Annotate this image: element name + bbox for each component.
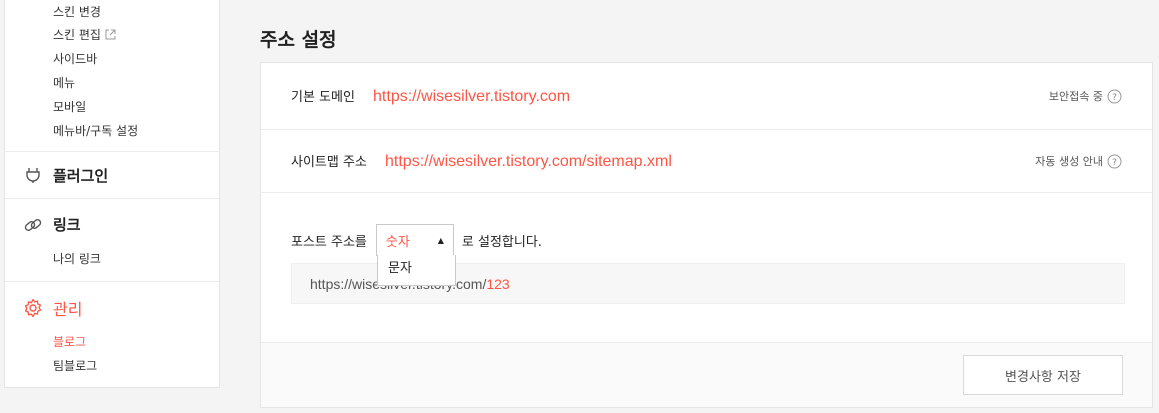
sitemap-row: 사이트맵 주소 https://wisesilver.tistory.com/s…: [261, 130, 1152, 193]
sidebar-item-plugin[interactable]: 플러그인: [5, 152, 219, 198]
link-icon: [23, 215, 43, 235]
panel-footer: 변경사항 저장: [261, 343, 1152, 407]
sitemap-auto-guide[interactable]: 자동 생성 안내 ?: [1035, 153, 1122, 169]
domain-info: 기본 도메인 https://wisesilver.tistory.com: [291, 86, 570, 106]
sidebar-item-sidebar[interactable]: 사이드바: [5, 47, 219, 71]
manage-section: 관리 블로그 팀블로그: [5, 282, 219, 378]
sidebar-item-label: 메뉴: [53, 76, 76, 90]
post-url-section: 포스트 주소를 숫자 ▲ 로 설정합니다. https://wisesilver…: [261, 193, 1152, 343]
post-url-label: 포스트 주소를: [291, 234, 367, 250]
gear-icon: [23, 298, 43, 318]
domain-row: 기본 도메인 https://wisesilver.tistory.com 보안…: [261, 63, 1152, 130]
sidebar-item-my-link[interactable]: 나의 링크: [5, 247, 219, 271]
sidebar-item-team-blog[interactable]: 팀블로그: [5, 354, 219, 378]
sitemap-label: 사이트맵 주소: [291, 155, 367, 170]
svg-text:?: ?: [1112, 158, 1117, 168]
svg-text:?: ?: [1112, 93, 1117, 103]
preview-post-id: 123: [486, 276, 510, 292]
option-label: 문자: [388, 261, 412, 276]
domain-url: https://wisesilver.tistory.com: [373, 88, 571, 105]
sidebar-item-label: 스킨 편집: [53, 28, 101, 42]
help-icon[interactable]: ?: [1107, 89, 1122, 104]
sidebar-section-title: 링크: [53, 216, 81, 234]
sidebar-item-label: 메뉴바/구독 설정: [53, 124, 139, 138]
sidebar-item-skin-change[interactable]: 스킨 변경: [5, 1, 219, 23]
page-title: 주소 설정: [260, 29, 337, 51]
sidebar-item-skin-edit[interactable]: 스킨 편집: [5, 23, 219, 47]
manage-menu-list: 블로그 팀블로그: [5, 330, 219, 378]
sidebar: 스킨 변경 스킨 편집 사이드바 메뉴 모바일 메뉴바/구독 설정 플러그인 링…: [4, 0, 220, 388]
sidebar-item-label: 사이드바: [53, 52, 98, 66]
post-url-suffix: 로 설정합니다.: [461, 234, 542, 250]
help-icon[interactable]: ?: [1107, 154, 1122, 169]
link-menu-list: 나의 링크: [5, 247, 219, 271]
sidebar-item-menubar[interactable]: 메뉴바/구독 설정: [5, 119, 219, 143]
sidebar-item-label: 팀블로그: [53, 359, 98, 373]
select-selected-value: 숫자: [385, 234, 410, 250]
sidebar-item-link[interactable]: 링크: [5, 199, 219, 247]
plugin-section: 플러그인: [5, 152, 219, 199]
sidebar-item-mobile[interactable]: 모바일: [5, 95, 219, 119]
plug-icon: [23, 165, 43, 185]
dropdown-option-text[interactable]: 문자: [377, 255, 456, 286]
sidebar-item-manage[interactable]: 관리: [5, 286, 219, 330]
sitemap-guide-text: 자동 생성 안내: [1035, 155, 1103, 168]
sidebar-section-title: 관리: [53, 300, 83, 319]
sitemap-url: https://wisesilver.tistory.com/sitemap.x…: [385, 153, 672, 170]
sidebar-item-label: 모바일: [53, 100, 87, 114]
sidebar-section-title: 플러그인: [53, 166, 109, 185]
sidebar-item-label: 스킨 변경: [53, 5, 101, 19]
sidebar-item-label: 블로그: [53, 335, 87, 349]
post-url-setting: 포스트 주소를 숫자 ▲ 로 설정합니다.: [291, 224, 542, 256]
address-settings-panel: 기본 도메인 https://wisesilver.tistory.com 보안…: [260, 62, 1153, 408]
secure-connection-status[interactable]: 보안접속 중 ?: [1049, 88, 1122, 104]
save-changes-button[interactable]: 변경사항 저장: [963, 355, 1123, 395]
secure-status-text: 보안접속 중: [1048, 90, 1103, 103]
sidebar-item-label: 나의 링크: [53, 252, 101, 266]
sitemap-info: 사이트맵 주소 https://wisesilver.tistory.com/s…: [291, 151, 672, 171]
link-section: 링크 나의 링크: [5, 199, 219, 282]
external-link-icon: [105, 29, 116, 40]
skin-section: 스킨 변경 스킨 편집 사이드바 메뉴 모바일 메뉴바/구독 설정: [5, 1, 219, 152]
skin-menu-list: 스킨 변경 스킨 편집 사이드바 메뉴 모바일 메뉴바/구독 설정: [5, 1, 219, 143]
caret-up-icon: ▲: [437, 235, 444, 245]
sidebar-item-blog[interactable]: 블로그: [5, 330, 219, 354]
post-url-format-select[interactable]: 숫자 ▲: [375, 224, 454, 256]
sidebar-item-menu[interactable]: 메뉴: [5, 71, 219, 95]
domain-label: 기본 도메인: [291, 90, 355, 105]
